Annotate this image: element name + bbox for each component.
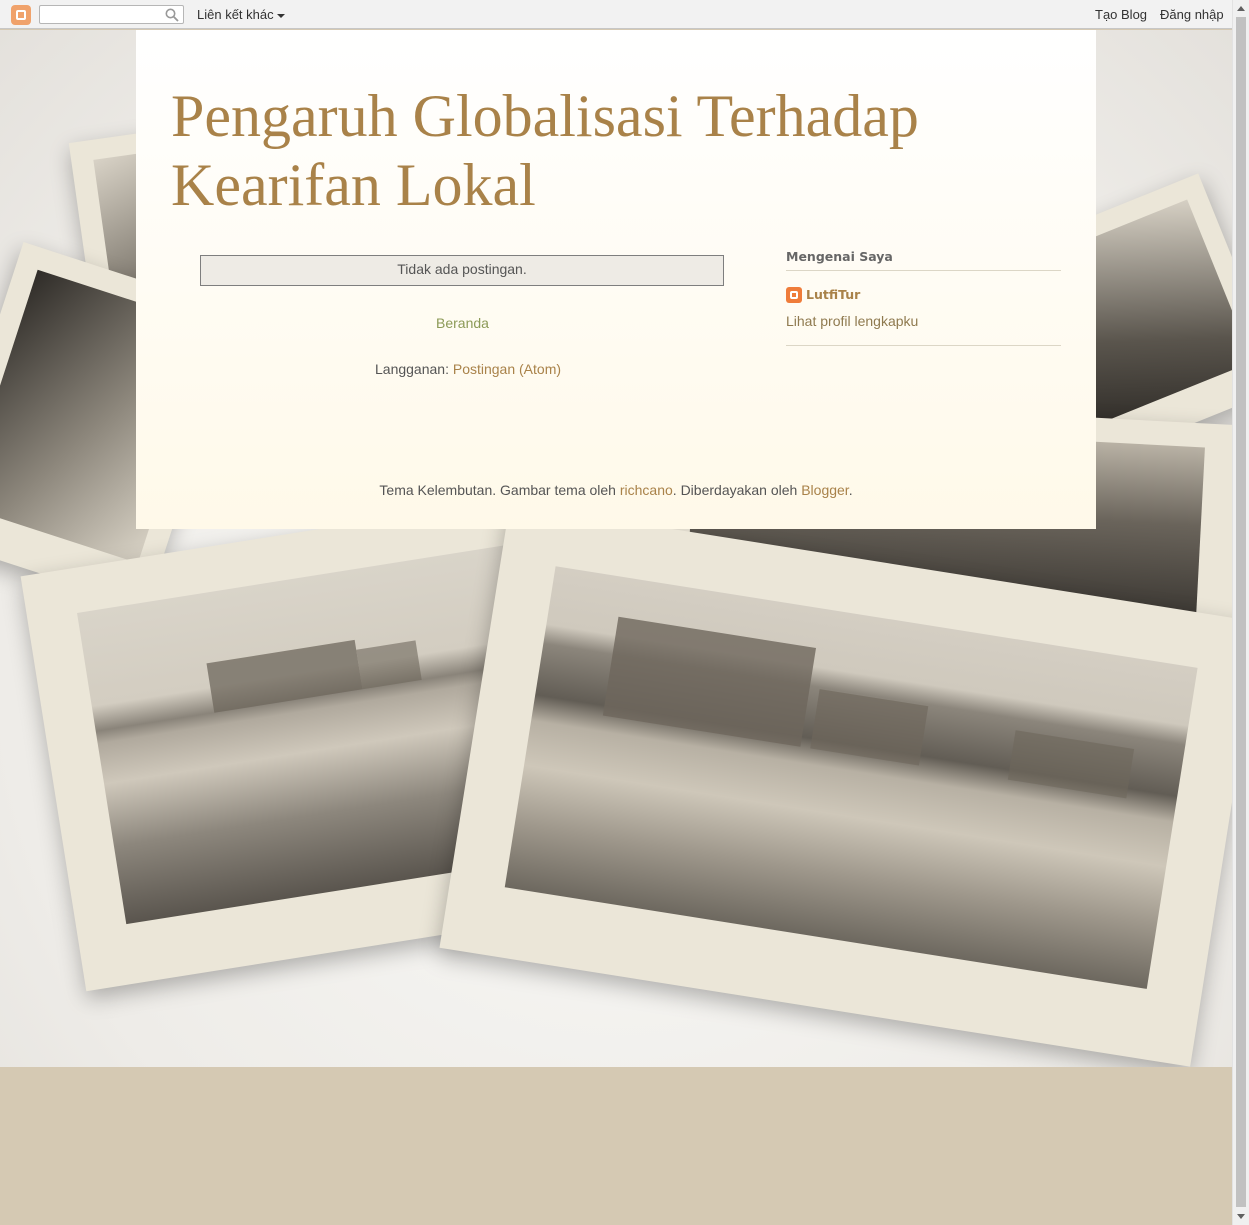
search-input[interactable] <box>42 7 162 21</box>
blogger-link[interactable]: Blogger <box>801 482 848 498</box>
blog-title[interactable]: Pengaruh Globalisasi Terhadap Kearifan L… <box>171 82 1031 220</box>
blogger-navbar: Liên kết khác Tạo Blog Đăng nhập <box>0 0 1232 29</box>
profile-row: LutfiTur <box>786 286 1061 304</box>
profile-name-link[interactable]: LutfiTur <box>806 287 860 302</box>
home-link[interactable]: Beranda <box>436 315 489 331</box>
create-blog-link[interactable]: Tạo Blog <box>1095 7 1147 22</box>
search-icon[interactable] <box>165 8 179 22</box>
no-posts-message: Tidak ada postingan. <box>200 255 724 286</box>
about-me-title: Mengenai Saya <box>786 249 1061 271</box>
subscribe-line: Langganan: Postingan (Atom) <box>375 361 561 377</box>
sign-in-link[interactable]: Đăng nhập <box>1160 7 1224 22</box>
sidebar: Mengenai Saya LutfiTur Lihat profil leng… <box>786 249 1061 346</box>
subscribe-atom-link[interactable]: Postingan (Atom) <box>453 361 561 377</box>
footer-powered-text: . Diberdayakan oleh <box>672 482 798 498</box>
scrollbar[interactable] <box>1232 0 1249 1225</box>
content-panel: Pengaruh Globalisasi Terhadap Kearifan L… <box>136 30 1096 529</box>
chevron-down-icon <box>276 13 285 18</box>
scrollbar-thumb[interactable] <box>1236 17 1246 1207</box>
scroll-up-arrow-icon[interactable] <box>1237 6 1245 11</box>
more-links-label: Liên kết khác <box>197 7 274 22</box>
blogger-logo-icon[interactable] <box>11 5 31 25</box>
subscribe-label: Langganan: <box>375 361 449 377</box>
theme-author-link[interactable]: richcano <box>620 482 673 498</box>
navbar-search-box[interactable] <box>39 5 184 24</box>
scroll-down-arrow-icon[interactable] <box>1237 1214 1245 1219</box>
footer: Tema Kelembutan. Gambar tema oleh richca… <box>136 482 1096 498</box>
view-full-profile-link[interactable]: Lihat profil lengkapku <box>786 313 1061 346</box>
blogger-profile-icon <box>786 287 802 303</box>
more-links-dropdown[interactable]: Liên kết khác <box>197 7 285 22</box>
footer-theme-text: Tema Kelembutan. Gambar tema oleh <box>379 482 616 498</box>
footer-end: . <box>848 482 853 498</box>
